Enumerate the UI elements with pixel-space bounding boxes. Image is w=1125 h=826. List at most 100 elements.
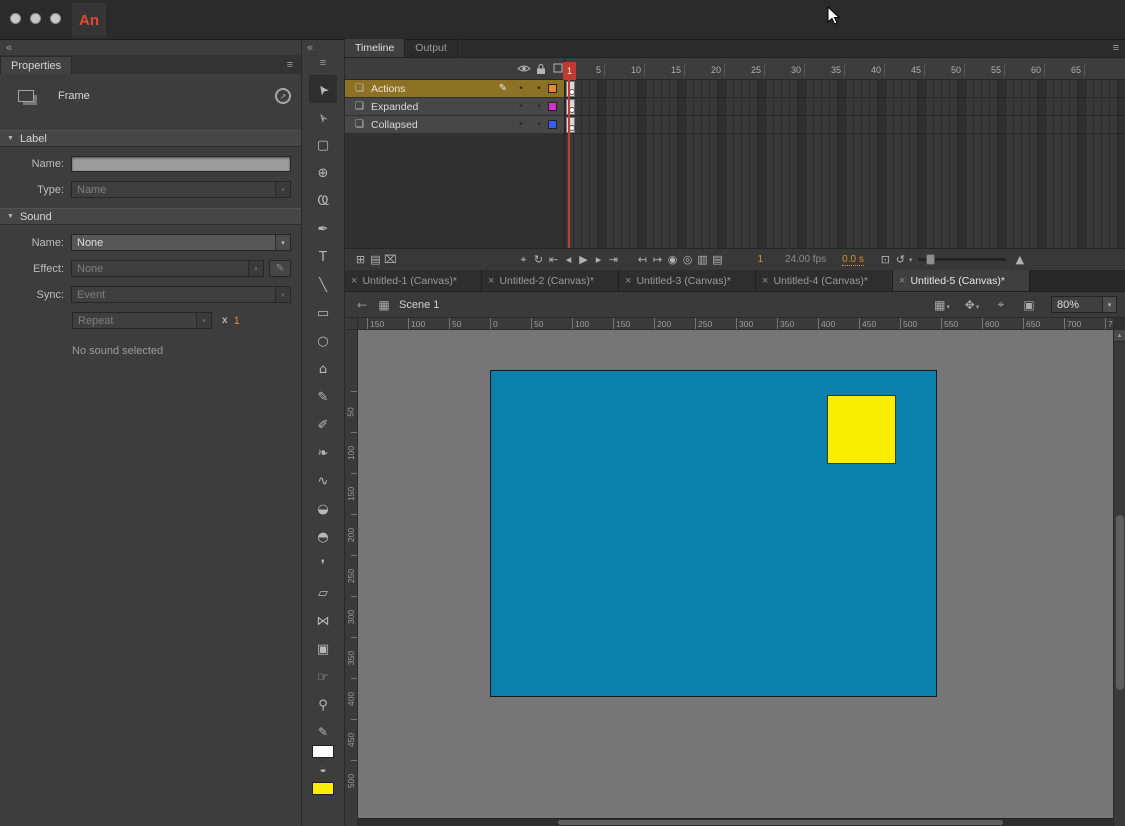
center-frame-icon[interactable]: ⌖ [516, 253, 531, 267]
window-minimize-button[interactable] [30, 13, 41, 24]
close-tab-icon[interactable]: × [351, 275, 357, 287]
ink-bottle-tool[interactable]: ◓ [309, 523, 337, 551]
timeline-zoom-slider-thumb[interactable] [926, 254, 935, 265]
document-tab[interactable]: × Untitled-3 (Canvas)* [619, 270, 756, 291]
timeline-layer-row[interactable]: ❏ Expanded ✎ • • [345, 98, 565, 116]
frame-view-icon[interactable]: ▲ [1012, 253, 1027, 266]
width-tool[interactable]: ⋈ [309, 607, 337, 635]
lasso-tool[interactable]: Ҩ [309, 187, 337, 215]
next-frame-icon[interactable]: ▸ [591, 253, 606, 266]
frame-rate-value[interactable]: 24.00 fps [785, 254, 826, 265]
brush-tool[interactable]: ✐ [309, 411, 337, 439]
stroke-color-swatch[interactable] [312, 745, 334, 758]
frame-step-forward-icon[interactable]: ↦ [650, 253, 665, 266]
eyedropper-tool[interactable]: ❜ [309, 551, 337, 579]
timeline-tab[interactable]: Output [405, 39, 458, 57]
onion-skin-outlines-icon[interactable]: ◎ [680, 253, 695, 266]
camera-tool[interactable]: ▣ [309, 635, 337, 663]
edit-sound-envelope-button[interactable]: ✎ [269, 260, 291, 277]
layer-name[interactable]: Actions [371, 83, 405, 95]
pencil-tool[interactable]: ✎ [309, 383, 337, 411]
bone-tool[interactable]: ∿ [309, 467, 337, 495]
back-button-icon[interactable]: ← [351, 298, 373, 312]
reset-timeline-zoom-icon[interactable]: ↺ [893, 253, 908, 266]
timeline-tab[interactable]: Timeline [345, 39, 405, 57]
collapse-panel-icon[interactable]: « [6, 42, 12, 54]
document-tab[interactable]: × Untitled-4 (Canvas)* [756, 270, 893, 291]
free-transform-tool[interactable]: ▢ [309, 131, 337, 159]
line-tool[interactable]: ╲ [309, 271, 337, 299]
3d-rotation-tool[interactable]: ⊕ [309, 159, 337, 187]
text-tool[interactable]: T [309, 243, 337, 271]
horizontal-scrollbar[interactable] [358, 818, 1113, 826]
document-tab[interactable]: × Untitled-1 (Canvas)* [345, 270, 482, 291]
paint-brush-tool[interactable]: ❧ [309, 439, 337, 467]
collapse-tools-icon[interactable]: « [307, 42, 313, 54]
new-folder-icon[interactable]: ▤ [368, 253, 383, 266]
document-tab[interactable]: × Untitled-2 (Canvas)* [482, 270, 619, 291]
sound-name-select[interactable]: None ▾ [71, 234, 291, 251]
zoom-caret-icon[interactable]: ▾ [909, 256, 913, 264]
close-tab-icon[interactable]: × [899, 275, 905, 287]
layer-lock-dot[interactable]: • [530, 119, 548, 130]
elapsed-time-value[interactable]: 0.0 s [842, 254, 864, 266]
layer-lock-dot[interactable]: • [530, 83, 548, 94]
layer-outline-color-swatch[interactable] [548, 120, 557, 129]
pen-tool[interactable]: ✒ [309, 215, 337, 243]
layer-visibility-dot[interactable]: • [512, 119, 530, 130]
vertical-scrollbar[interactable]: ▲ [1113, 330, 1125, 826]
center-stage-icon[interactable]: ⌖ [987, 297, 1015, 312]
lock-unlock-all-layers-icon[interactable] [536, 63, 546, 78]
sound-section-header[interactable]: ▼ Sound [0, 208, 301, 225]
prev-frame-icon[interactable]: ◂ [561, 253, 576, 266]
rectangle-tool[interactable]: ▭ [309, 299, 337, 327]
clip-content-icon[interactable]: ▣ [1015, 298, 1043, 312]
timeline-ruler[interactable]: 5101520253035404550556065 [565, 63, 1125, 77]
edit-multiple-frames-icon[interactable]: ▥ [695, 253, 710, 266]
window-zoom-button[interactable] [50, 13, 61, 24]
scene-name[interactable]: Scene 1 [399, 299, 439, 311]
layer-visibility-dot[interactable]: • [512, 83, 530, 94]
current-frame-value[interactable]: 1 [747, 254, 763, 265]
edit-symbols-icon[interactable]: ✥▾ [957, 298, 987, 312]
fill-color-swatch[interactable] [312, 782, 334, 795]
oval-tool[interactable]: ○ [309, 327, 337, 355]
playhead-line[interactable] [568, 62, 570, 248]
sound-sync-select[interactable]: Event ▾ [71, 286, 291, 303]
tab-properties[interactable]: Properties [0, 56, 72, 74]
label-type-select[interactable]: Name ▾ [71, 181, 291, 198]
play-icon[interactable]: ▶ [576, 253, 591, 266]
layer-name[interactable]: Collapsed [371, 119, 418, 131]
timeline-layer-row[interactable]: ❏ Actions ✎ • • [345, 80, 565, 98]
selection-tool[interactable]: ➤ [309, 75, 337, 103]
close-tab-icon[interactable]: × [625, 275, 631, 287]
layer-visibility-dot[interactable]: • [512, 101, 530, 112]
close-tab-icon[interactable]: × [762, 275, 768, 287]
close-tab-icon[interactable]: × [488, 275, 494, 287]
onion-skin-icon[interactable]: ◉ [665, 253, 680, 266]
timeline-zoom-slider[interactable] [918, 258, 1006, 261]
panel-help-button[interactable]: ↗ [275, 88, 291, 104]
playhead-marker[interactable]: 1 [563, 62, 576, 80]
delete-icon[interactable]: ⌧ [383, 253, 398, 266]
sound-effect-select[interactable]: None ▾ [71, 260, 264, 277]
label-name-input[interactable] [71, 156, 291, 172]
paint-bucket-tool[interactable]: ◒ [309, 495, 337, 523]
repeat-times-value[interactable]: 1 [234, 315, 240, 327]
subselection-tool[interactable]: ➣ [309, 103, 337, 131]
timeline-layer-row[interactable]: ❏ Collapsed ✎ • • [345, 116, 565, 134]
canvas-pasteboard[interactable] [358, 330, 1113, 818]
new-layer-icon[interactable]: ⊞ [353, 253, 368, 266]
zoom-tool[interactable]: ⚲ [309, 691, 337, 719]
stage[interactable] [490, 370, 937, 697]
fit-timeline-view-icon[interactable]: ⊡ [878, 253, 893, 266]
panel-menu-icon[interactable]: ≡ [287, 59, 293, 71]
yellow-rectangle-object[interactable] [827, 395, 896, 464]
zoom-level-select[interactable]: 80% ▾ [1051, 296, 1117, 313]
sound-repeat-select[interactable]: Repeat ▾ [72, 312, 212, 329]
scroll-up-icon[interactable]: ▲ [1114, 330, 1125, 342]
vertical-scrollbar-thumb[interactable] [1116, 515, 1124, 690]
label-section-header[interactable]: ▼ Label [0, 130, 301, 147]
document-tab[interactable]: × Untitled-5 (Canvas)* [893, 270, 1030, 291]
polystar-tool[interactable]: ⌂ [309, 355, 337, 383]
